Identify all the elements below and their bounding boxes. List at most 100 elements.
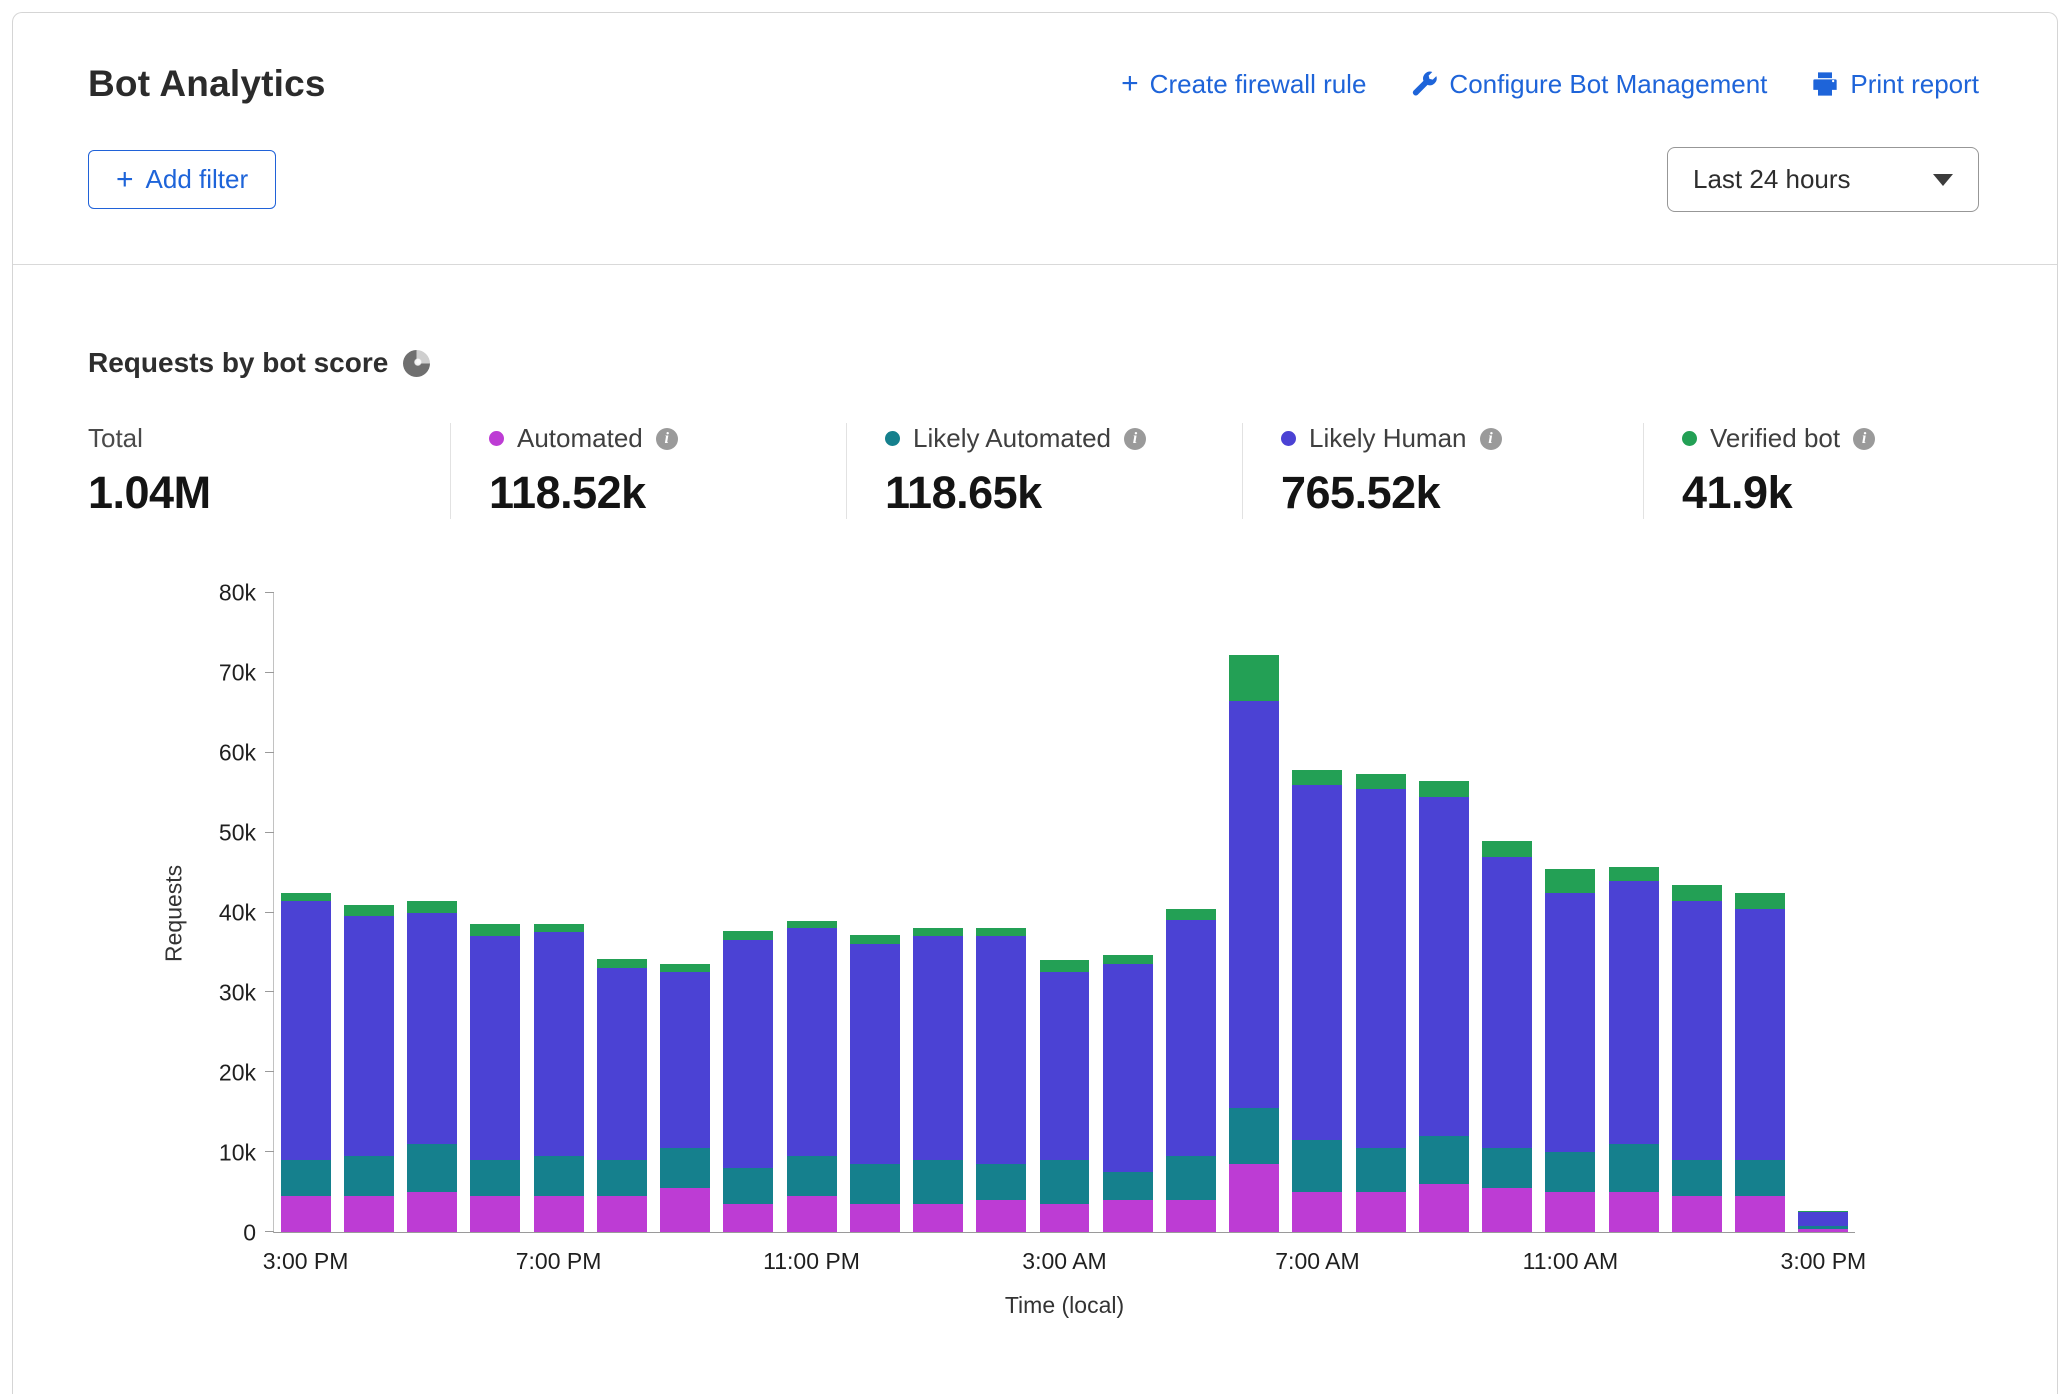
add-filter-button[interactable]: + Add filter — [88, 150, 276, 209]
bar-2-00-pm[interactable] — [1735, 893, 1785, 1232]
y-axis-labels: 010k20k30k40k50k60k70k80k — [88, 593, 256, 1233]
bar-3-00-pm[interactable] — [1798, 1211, 1848, 1232]
bar-segment-likely-human — [1103, 964, 1153, 1172]
stats-row: Total 1.04M Automated i 118.52k Likely A… — [88, 423, 1982, 519]
bar-segment-likely-automated — [1672, 1160, 1722, 1196]
x-tick-label: 3:00 AM — [1022, 1248, 1106, 1275]
print-report-link[interactable]: Print report — [1811, 69, 1979, 100]
bar-segment-likely-human — [1798, 1212, 1848, 1226]
verified-bot-dot — [1682, 431, 1697, 446]
info-icon[interactable]: i — [1480, 428, 1502, 450]
stat-total: Total 1.04M — [88, 423, 450, 519]
bar-segment-automated — [660, 1188, 710, 1232]
y-tick-label: 40k — [88, 900, 256, 927]
pie-chart-icon — [403, 350, 430, 377]
bar-segment-automated — [597, 1196, 647, 1232]
bar-4-00-pm[interactable] — [344, 905, 394, 1232]
bar-6-00-am[interactable] — [1229, 655, 1279, 1232]
bar-segment-likely-automated — [1356, 1148, 1406, 1192]
stat-likely-human-value: 765.52k — [1281, 467, 1623, 519]
bar-segment-likely-automated — [344, 1156, 394, 1196]
y-tick-mark — [265, 912, 274, 913]
bar-segment-likely-human — [723, 940, 773, 1168]
bar-segment-verified-bot — [1419, 781, 1469, 797]
stat-automated-label: Automated — [517, 423, 643, 454]
bar-segment-likely-human — [850, 944, 900, 1164]
bar-3-00-am[interactable] — [1040, 960, 1090, 1232]
y-tick-mark — [265, 592, 274, 593]
bar-1-00-am[interactable] — [913, 928, 963, 1232]
stat-total-value: 1.04M — [88, 467, 430, 519]
bar-segment-likely-automated — [913, 1160, 963, 1204]
chevron-down-icon — [1933, 174, 1953, 186]
bar-7-00-pm[interactable] — [534, 924, 584, 1232]
x-tick-label: 7:00 AM — [1275, 1248, 1359, 1275]
bar-segment-verified-bot — [660, 964, 710, 972]
bar-segment-verified-bot — [913, 928, 963, 936]
stat-automated: Automated i 118.52k — [450, 423, 846, 519]
bar-segment-verified-bot — [1672, 885, 1722, 901]
bar-segment-automated — [1419, 1184, 1469, 1232]
bar-segment-verified-bot — [1482, 841, 1532, 857]
bar-5-00-am[interactable] — [1166, 909, 1216, 1232]
bar-segment-likely-automated — [1166, 1156, 1216, 1200]
bar-segment-verified-bot — [1545, 869, 1595, 893]
create-firewall-rule-link[interactable]: + Create firewall rule — [1121, 69, 1366, 100]
bar-segment-likely-human — [534, 932, 584, 1156]
stat-verified-bot-label: Verified bot — [1710, 423, 1840, 454]
bar-6-00-pm[interactable] — [470, 924, 520, 1232]
y-tick-label: 50k — [88, 820, 256, 847]
bar-segment-verified-bot — [723, 931, 773, 941]
bar-2-00-am[interactable] — [976, 928, 1026, 1232]
bar-segment-automated — [913, 1204, 963, 1232]
y-tick-label: 30k — [88, 980, 256, 1007]
bar-segment-verified-bot — [1735, 893, 1785, 909]
y-tick-mark — [265, 1151, 274, 1152]
y-tick-mark — [265, 1231, 274, 1232]
stat-verified-bot-value: 41.9k — [1682, 467, 1875, 519]
bar-11-00-am[interactable] — [1545, 869, 1595, 1232]
page-title: Bot Analytics — [88, 63, 326, 105]
bar-4-00-am[interactable] — [1103, 955, 1153, 1232]
bar-10-00-am[interactable] — [1482, 841, 1532, 1232]
printer-icon — [1811, 70, 1839, 98]
bar-segment-verified-bot — [1103, 955, 1153, 965]
time-range-select[interactable]: Last 24 hours — [1667, 147, 1979, 212]
info-icon[interactable]: i — [1124, 428, 1146, 450]
bar-segment-verified-bot — [1166, 909, 1216, 921]
bar-segment-likely-human — [1672, 901, 1722, 1161]
bar-3-00-pm[interactable] — [281, 893, 331, 1232]
bar-7-00-am[interactable] — [1292, 770, 1342, 1232]
bar-11-00-pm[interactable] — [787, 921, 837, 1233]
y-tick-mark — [265, 672, 274, 673]
x-axis-title: Time (local) — [1005, 1292, 1124, 1319]
bar-8-00-pm[interactable] — [597, 959, 647, 1232]
x-tick-label: 3:00 PM — [263, 1248, 349, 1275]
bar-segment-verified-bot — [281, 893, 331, 901]
stat-likely-human-label: Likely Human — [1309, 423, 1467, 454]
bar-segment-likely-automated — [1292, 1140, 1342, 1192]
bar-segment-likely-human — [1609, 881, 1659, 1145]
bar-segment-likely-human — [1482, 857, 1532, 1149]
bar-10-00-pm[interactable] — [723, 931, 773, 1232]
bar-segment-automated — [1609, 1192, 1659, 1232]
bar-segment-automated — [1103, 1200, 1153, 1232]
info-icon[interactable]: i — [1853, 428, 1875, 450]
bar-1-00-pm[interactable] — [1672, 885, 1722, 1232]
stat-verified-bot: Verified bot i 41.9k — [1643, 423, 1895, 519]
bar-12-00-pm[interactable] — [1609, 867, 1659, 1232]
bot-analytics-card: Bot Analytics + Create firewall rule Con… — [12, 12, 2058, 1394]
bar-9-00-pm[interactable] — [660, 964, 710, 1232]
bar-segment-automated — [1229, 1164, 1279, 1232]
bar-segment-likely-human — [1229, 701, 1279, 1108]
bar-5-00-pm[interactable] — [407, 901, 457, 1232]
bar-12-00-am[interactable] — [850, 935, 900, 1232]
bar-8-00-am[interactable] — [1356, 774, 1406, 1232]
bar-segment-automated — [281, 1196, 331, 1232]
bar-segment-verified-bot — [407, 901, 457, 913]
configure-bot-management-link[interactable]: Configure Bot Management — [1410, 69, 1767, 100]
y-tick-label: 60k — [88, 740, 256, 767]
bar-9-00-am[interactable] — [1419, 781, 1469, 1232]
info-icon[interactable]: i — [656, 428, 678, 450]
card-header: Bot Analytics + Create firewall rule Con… — [13, 13, 2057, 265]
